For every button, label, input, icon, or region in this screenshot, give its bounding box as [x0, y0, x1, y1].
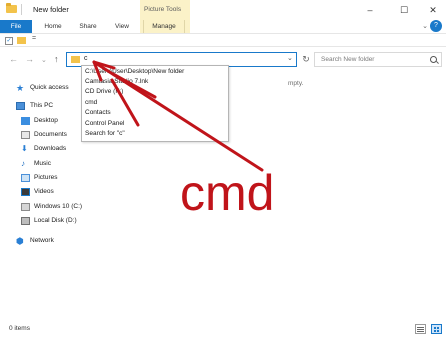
expand-ribbon-icon[interactable]: ⌄ — [422, 22, 428, 30]
empty-folder-message: mpty. — [288, 80, 304, 87]
sidebar-item-label: Documents — [34, 131, 67, 138]
tab-view[interactable]: View — [110, 20, 134, 33]
downloads-icon: ⬇ — [21, 144, 28, 153]
autocomplete-item[interactable]: cmd — [85, 98, 225, 108]
status-bar: 0 items — [0, 322, 446, 337]
star-icon: ★ — [16, 83, 25, 93]
tab-share[interactable]: Share — [74, 20, 102, 33]
sidebar-item-windows-drive[interactable]: Windows 10 (C:) — [0, 201, 96, 213]
forward-button[interactable]: → — [25, 54, 34, 64]
sidebar-item-videos[interactable]: Videos — [0, 186, 96, 198]
tab-home[interactable]: Home — [39, 20, 67, 33]
sidebar-item-label: This PC — [30, 102, 54, 109]
back-button[interactable]: ← — [9, 54, 18, 64]
local-disk-icon — [21, 217, 30, 225]
autocomplete-item[interactable]: C:\Users\User\Desktop\New folder — [85, 67, 225, 77]
sidebar-item-label: Desktop — [34, 117, 58, 124]
sidebar-item-downloads[interactable]: ⬇ Downloads — [0, 143, 96, 155]
search-box[interactable]: Search New folder — [314, 52, 442, 67]
autocomplete-item[interactable]: Camtasia Studio 7.lnk — [85, 77, 225, 87]
tab-file[interactable]: File — [0, 20, 32, 33]
autocomplete-item[interactable]: Search for "c" — [85, 129, 225, 139]
sidebar-item-label: Pictures — [34, 174, 58, 181]
tab-manage[interactable]: Manage — [143, 20, 185, 33]
pictures-icon — [21, 174, 30, 182]
sidebar-item-label: Music — [34, 160, 51, 167]
search-icon — [430, 56, 437, 63]
folder-icon — [6, 3, 17, 13]
music-icon: ♪ — [21, 159, 25, 168]
window-title: New folder — [33, 5, 69, 14]
search-input[interactable]: Search New folder — [321, 56, 374, 63]
item-count: 0 items — [9, 325, 30, 332]
sidebar-item-label: Local Disk (D:) — [34, 217, 77, 224]
annotation-text: cmd — [180, 165, 275, 221]
sidebar-item-label: Videos — [34, 188, 54, 195]
sidebar-item-local-disk[interactable]: Local Disk (D:) — [0, 215, 96, 227]
autocomplete-item[interactable]: Control Panel — [85, 119, 225, 129]
sidebar-item-label: Network — [30, 237, 54, 244]
windows-drive-icon — [21, 203, 30, 211]
title-separator — [21, 4, 22, 15]
videos-icon — [21, 188, 30, 196]
documents-icon — [21, 131, 30, 139]
computer-icon — [16, 102, 25, 110]
close-button[interactable]: ✕ — [422, 3, 444, 17]
address-autocomplete-list: C:\Users\User\Desktop\New folder Camtasi… — [81, 65, 229, 142]
help-icon[interactable]: ? — [430, 20, 442, 32]
desktop-icon — [21, 117, 30, 125]
properties-icon[interactable]: ✓ — [5, 37, 13, 45]
title-bar: New folder Picture Tools – ☐ ✕ — [0, 0, 446, 33]
address-dropdown-button[interactable]: ⌄ — [287, 54, 293, 62]
maximize-button[interactable]: ☐ — [393, 3, 415, 17]
sidebar-item-music[interactable]: ♪ Music — [0, 158, 96, 170]
recent-locations-button[interactable]: ⌄ — [41, 56, 47, 64]
picture-tools-label: Picture Tools — [144, 6, 182, 13]
customize-toolbar-icon[interactable]: = — [32, 35, 36, 42]
large-icons-view-icon[interactable] — [431, 324, 442, 334]
sidebar-item-pictures[interactable]: Pictures — [0, 172, 96, 184]
minimize-button[interactable]: – — [359, 3, 381, 17]
new-folder-icon[interactable] — [17, 37, 26, 44]
sidebar-item-network[interactable]: ⬢ Network — [0, 235, 96, 247]
quick-access-toolbar: ✓ = — [0, 33, 446, 47]
details-view-icon[interactable] — [415, 324, 426, 334]
autocomplete-item[interactable]: Contacts — [85, 108, 225, 118]
folder-icon — [71, 56, 80, 63]
up-button[interactable]: ↑ — [54, 54, 59, 64]
autocomplete-item[interactable]: CD Drive (F:) — [85, 87, 225, 97]
network-icon: ⬢ — [16, 236, 24, 246]
sidebar-item-label: Quick access — [30, 84, 69, 91]
ribbon-tabs: File Home Share View Manage ⌄ ? — [0, 20, 446, 33]
address-input[interactable]: c — [84, 55, 88, 62]
refresh-button[interactable]: ↻ — [300, 53, 312, 66]
sidebar-item-label: Windows 10 (C:) — [34, 203, 83, 210]
sidebar-item-label: Downloads — [34, 145, 67, 152]
